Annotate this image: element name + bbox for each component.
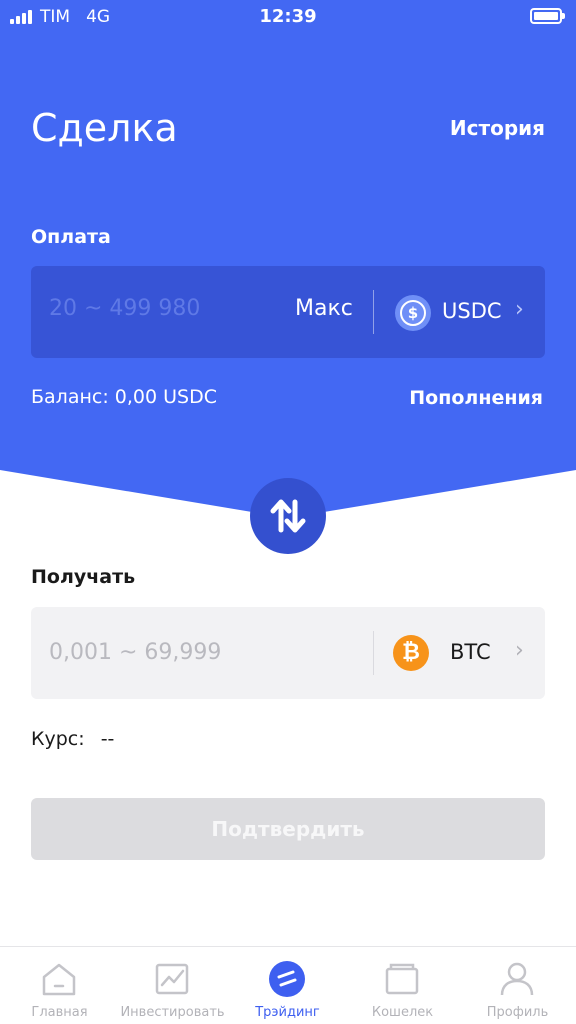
battery-icon bbox=[530, 8, 565, 24]
tab-wallet[interactable]: Кошелек bbox=[345, 947, 460, 1024]
tab-label: Кошелек bbox=[371, 1005, 434, 1020]
payment-label: Оплата bbox=[31, 226, 111, 248]
divider bbox=[373, 290, 374, 334]
rate-label: Курс: bbox=[31, 728, 85, 750]
receive-currency: BTC bbox=[450, 640, 491, 664]
tab-trading[interactable]: Трэйдинг bbox=[230, 947, 345, 1024]
tab-profile[interactable]: Профиль bbox=[460, 947, 575, 1024]
max-button[interactable]: Макс bbox=[295, 296, 353, 321]
status-time: 12:39 bbox=[259, 6, 317, 27]
chart-icon bbox=[155, 963, 189, 995]
home-icon bbox=[42, 963, 76, 996]
header-background bbox=[0, 0, 576, 520]
history-link[interactable]: История bbox=[450, 116, 545, 140]
chevron-right-icon: › bbox=[515, 638, 524, 663]
receive-amount-input[interactable]: 0,001 ~ 69,999 bbox=[49, 640, 221, 665]
usdc-coin-icon: $ bbox=[395, 295, 431, 331]
payment-amount-input[interactable]: 20 ~ 499 980 bbox=[49, 296, 200, 321]
page-title: Сделка bbox=[31, 106, 178, 150]
divider bbox=[373, 631, 374, 675]
tab-label: Профиль bbox=[486, 1005, 549, 1020]
swap-button[interactable] bbox=[250, 478, 326, 554]
payment-field: 20 ~ 499 980 Макс $ USDC › bbox=[31, 266, 545, 358]
tab-home[interactable]: Главная bbox=[2, 947, 117, 1024]
wallet-icon bbox=[385, 963, 419, 995]
tab-label: Трэйдинг bbox=[255, 1005, 320, 1020]
exchange-rate: Курс: -- bbox=[31, 728, 114, 750]
tab-label: Инвестировать bbox=[120, 1005, 225, 1020]
status-bar: TIM 4G 12:39 bbox=[0, 0, 576, 34]
confirm-button[interactable]: Подтвердить bbox=[31, 798, 545, 860]
rate-value: -- bbox=[100, 728, 115, 750]
chevron-right-icon: › bbox=[515, 297, 524, 322]
tab-invest[interactable]: Инвестировать bbox=[115, 947, 230, 1024]
bitcoin-coin-icon: ₿ bbox=[393, 635, 429, 671]
tab-label: Главная bbox=[31, 1005, 88, 1020]
payment-currency: USDC bbox=[442, 299, 502, 323]
balance-text: Баланс: 0,00 USDC bbox=[31, 386, 217, 408]
trading-icon bbox=[269, 961, 305, 997]
deposit-link[interactable]: Пополнения bbox=[409, 387, 543, 409]
receive-field: 0,001 ~ 69,999 ₿ BTC › bbox=[31, 607, 545, 699]
receive-label: Получать bbox=[31, 566, 136, 588]
profile-icon bbox=[500, 962, 534, 996]
swap-arrows-icon bbox=[270, 499, 306, 533]
tab-bar: Главная Инвестировать Трэйдинг Кошелек П… bbox=[0, 946, 576, 1024]
